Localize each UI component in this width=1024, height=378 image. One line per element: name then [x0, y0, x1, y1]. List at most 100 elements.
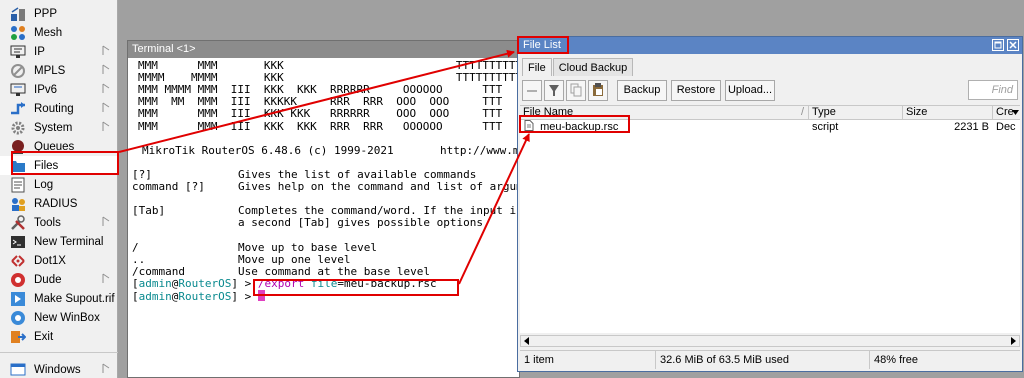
sidebar-item-new-winbox[interactable]: New WinBox [0, 308, 118, 327]
system-icon [10, 120, 26, 136]
sidebar-item-radius[interactable]: RADIUS [0, 194, 118, 213]
terminal-window[interactable]: Terminal <1> MMM MMM KKK TTTTTTTTTTT MMMM… [127, 40, 520, 378]
sidebar-item-exit[interactable]: Exit [0, 327, 118, 346]
file-list-tabs: File Cloud Backup [522, 58, 634, 76]
filter-icon [549, 85, 559, 96]
exit-icon [10, 329, 27, 345]
help-line: / Move up to base level [132, 240, 378, 254]
filter-button[interactable] [544, 80, 564, 101]
tab-file[interactable]: File [522, 58, 552, 76]
sidebar-item-windows[interactable]: Windows [0, 360, 118, 378]
copy-icon [570, 83, 582, 97]
remove-button[interactable] [522, 80, 542, 101]
prompt-user: admin [138, 276, 172, 290]
tab-cloud-backup[interactable]: Cloud Backup [552, 58, 634, 76]
terminal-output[interactable]: MMM MMM KKK TTTTTTTTTTT MMMM MMMM KKK TTT… [128, 58, 519, 377]
sidebar-item-label: Make Supout.rif [34, 292, 115, 305]
prompt-user: admin [138, 289, 172, 303]
file-list-titlebar: File List [518, 37, 1022, 54]
file-size-cell: 2231 B [954, 121, 989, 133]
supout-icon [10, 291, 26, 307]
ipv6-icon [10, 82, 26, 98]
mpls-icon [10, 63, 26, 79]
sidebar-item-ppp[interactable]: PPP [0, 4, 118, 23]
sidebar-item-new-terminal[interactable]: New Terminal [0, 232, 118, 251]
find-input[interactable]: Find [968, 80, 1018, 100]
submenu-arrow-icon [102, 363, 110, 374]
sort-slash-icon: / [800, 106, 804, 118]
sidebar-item-system[interactable]: System [0, 118, 118, 137]
disk-free: 48% free [874, 354, 919, 366]
status-bar: 1 item 32.6 MiB of 63.5 MiB used 48% fre… [520, 350, 1020, 369]
sidebar-item-label: Dude [34, 273, 62, 286]
backup-button[interactable]: Backup [617, 80, 667, 101]
item-count: 1 item [520, 351, 656, 369]
version-line: MikroTik RouterOS 6.48.6 (c) 1999-2021 h… [142, 143, 519, 157]
highlight-file-list-title [517, 36, 569, 54]
submenu-arrow-icon [102, 102, 110, 113]
sidebar-item-ip[interactable]: IP [0, 42, 118, 61]
prompt-host: RouterOS [178, 289, 232, 303]
ppp-icon [10, 6, 26, 22]
sidebar-item-label: MPLS [34, 64, 66, 77]
sidebar-item-routing[interactable]: Routing [0, 99, 118, 118]
maximize-button[interactable] [992, 39, 1004, 51]
sidebar-item-label: System [34, 121, 73, 134]
submenu-arrow-icon [102, 216, 110, 227]
close-button[interactable] [1007, 39, 1019, 51]
help-line: .. Move up one level [132, 252, 351, 266]
file-list-toolbar: Backup Restore Upload... Find [522, 80, 1018, 102]
sidebar-item-dot1x[interactable]: Dot1X [0, 251, 118, 270]
horizontal-scrollbar[interactable] [520, 335, 1020, 347]
sidebar-item-ipv6[interactable]: IPv6 [0, 80, 118, 99]
highlight-files-menu [11, 151, 119, 175]
logo-line: MMM MMM III KKK KKK RRR RRR OOOOOO TTT [138, 119, 503, 133]
column-size[interactable]: Size [903, 106, 993, 120]
sidebar-item-label: Dot1X [34, 254, 66, 267]
mesh-icon [10, 25, 26, 41]
file-list-window: File List File Cloud Backup Backup Resto… [517, 36, 1023, 372]
copy-button[interactable] [566, 80, 586, 101]
sidebar-item-label: New Terminal [34, 235, 104, 248]
sidebar-item-label: Mesh [34, 26, 63, 39]
sidebar-item-label: Log [34, 178, 54, 191]
ip-icon [10, 44, 26, 60]
sidebar-item-label: Tools [34, 216, 61, 229]
help-line: a second [Tab] gives possible options [132, 216, 483, 230]
column-created[interactable]: Cre [993, 106, 1020, 120]
file-created-cell: Dec [996, 121, 1016, 133]
sidebar-item-label: IPv6 [34, 83, 58, 96]
sidebar-item-label: New WinBox [34, 311, 100, 324]
main-menu-sidebar: PPP Mesh IP MPLS IPv6 Routing System Queues File… [0, 0, 118, 378]
highlight-backup-file [519, 115, 630, 133]
sidebar-item-label: IP [34, 45, 45, 58]
logo-line: MMM MMM III KKK KKK RRRRRR OOO OOO TTT [138, 107, 503, 121]
disk-usage: 32.6 MiB of 63.5 MiB used [656, 351, 870, 369]
help-line: command [?] Gives help on the command an… [132, 180, 519, 193]
sidebar-item-label: Windows [34, 363, 81, 376]
minus-icon [527, 90, 537, 92]
sidebar-item-tools[interactable]: Tools [0, 213, 118, 232]
prompt-line[interactable]: [admin@RouterOS] > [132, 289, 265, 303]
routing-icon [10, 101, 26, 117]
paste-icon [593, 83, 603, 96]
prompt-host: RouterOS [178, 276, 232, 290]
sidebar-item-log[interactable]: Log [0, 175, 118, 194]
column-type[interactable]: Type [809, 106, 903, 120]
restore-button[interactable]: Restore [671, 80, 721, 101]
upload-button[interactable]: Upload... [725, 80, 775, 101]
paste-button[interactable] [588, 80, 608, 101]
sidebar-item-label: Routing [34, 102, 74, 115]
scroll-right-icon[interactable] [1009, 337, 1017, 345]
submenu-arrow-icon [102, 273, 110, 284]
submenu-arrow-icon [102, 83, 110, 94]
sidebar-item-make-supout-rif[interactable]: Make Supout.rif [0, 289, 118, 308]
prompt-open: [ [132, 289, 139, 303]
sidebar-divider [0, 352, 118, 353]
sidebar-item-dude[interactable]: Dude [0, 270, 118, 289]
sidebar-item-mesh[interactable]: Mesh [0, 23, 118, 42]
submenu-arrow-icon [102, 121, 110, 132]
sidebar-item-mpls[interactable]: MPLS [0, 61, 118, 80]
scroll-left-icon[interactable] [523, 337, 531, 345]
submenu-arrow-icon [102, 64, 110, 75]
